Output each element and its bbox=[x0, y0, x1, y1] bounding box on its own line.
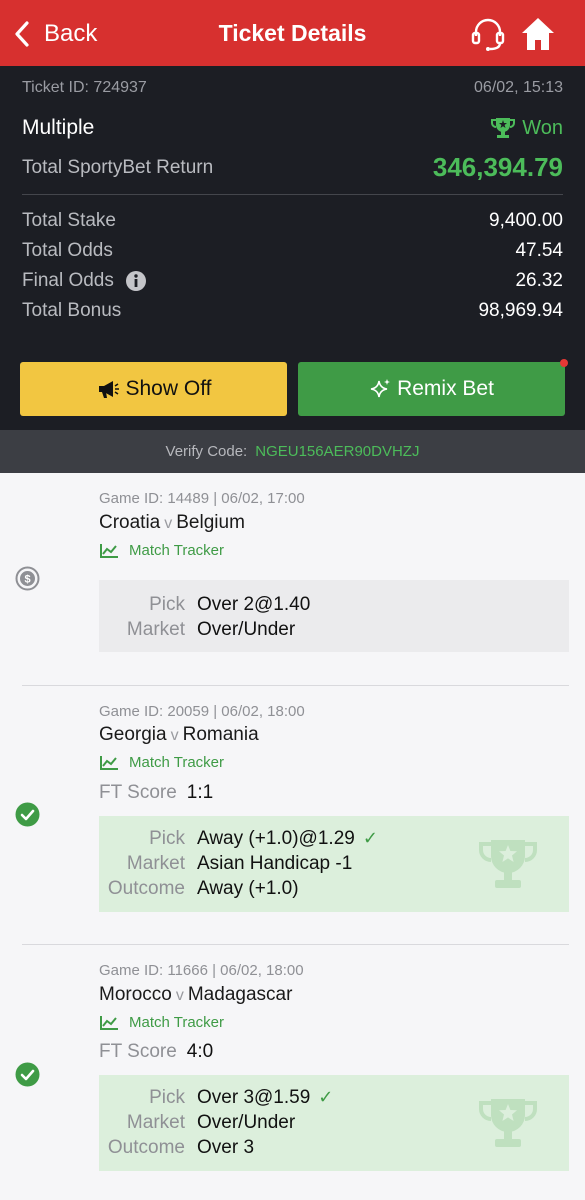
notification-dot bbox=[560, 359, 568, 367]
match-tracker-link[interactable]: Match Tracker bbox=[99, 542, 224, 559]
bonus-label: Total Bonus bbox=[22, 300, 122, 321]
match-teams: Croatia v Belgium bbox=[99, 512, 245, 534]
chart-line-icon bbox=[100, 755, 118, 770]
stake-label: Total Stake bbox=[22, 210, 116, 231]
match-tracker-link[interactable]: Match Tracker bbox=[99, 1014, 224, 1031]
ft-score-label: FT Score bbox=[99, 1041, 177, 1062]
vs-label: v bbox=[164, 515, 173, 532]
back-label: Back bbox=[44, 20, 98, 47]
trophy-watermark-icon bbox=[479, 1099, 537, 1147]
pick-box: Pick Away (+1.0)@1.29 ✓ Market Asian Handic… bbox=[99, 816, 569, 912]
home-team: Croatia bbox=[99, 512, 161, 533]
pick-box: Pick Over 3@1.59 ✓ Market Over/Under Outcom… bbox=[99, 1075, 569, 1171]
away-team: Madagascar bbox=[187, 984, 293, 1005]
pick-value: Over 2@1.40 bbox=[197, 594, 311, 615]
check-circle-icon bbox=[15, 802, 40, 827]
bet-item: Game ID: 11666 | 06/02, 18:00 Morocco v Ma… bbox=[0, 945, 585, 1200]
show-off-button[interactable]: Show Off bbox=[20, 362, 287, 416]
game-id: Game ID: 11666 | 06/02, 18:00 bbox=[99, 962, 304, 979]
ft-score-value: 4:0 bbox=[186, 1041, 214, 1062]
bet-item: Game ID: 20059 | 06/02, 18:00 Georgia v Ro… bbox=[0, 686, 585, 944]
outcome-value: Over 3 bbox=[197, 1137, 255, 1158]
verify-code-bar: Verify Code: NGEU156AER90DVHZJ bbox=[0, 430, 585, 473]
market-value: Asian Handicap -1 bbox=[197, 853, 353, 874]
odds-value: 47.54 bbox=[515, 240, 563, 261]
market-label: Market bbox=[126, 853, 185, 874]
ft-score: FT Score 4:0 bbox=[99, 1041, 213, 1063]
svg-text:$: $ bbox=[24, 574, 30, 586]
pick-value: Away (+1.0)@1.29 bbox=[197, 828, 355, 849]
pick-value: Over 3@1.59 bbox=[197, 1087, 311, 1108]
match-teams: Georgia v Romania bbox=[99, 724, 259, 746]
ft-score: FT Score 1:1 bbox=[99, 782, 213, 804]
remix-bet-button[interactable]: Remix Bet bbox=[298, 362, 565, 416]
verify-label: Verify Code: bbox=[165, 443, 248, 460]
megaphone-icon bbox=[98, 381, 119, 398]
info-icon[interactable] bbox=[125, 270, 147, 292]
stake-value: 9,400.00 bbox=[489, 210, 563, 231]
check-circle-icon bbox=[15, 1062, 40, 1087]
ft-score-label: FT Score bbox=[99, 782, 177, 803]
home-team: Georgia bbox=[99, 724, 167, 745]
home-team: Morocco bbox=[99, 984, 172, 1005]
pick-label: Pick bbox=[149, 828, 185, 849]
away-team: Romania bbox=[182, 724, 259, 745]
final-odds-label: Final Odds bbox=[22, 270, 114, 292]
game-id: Game ID: 20059 | 06/02, 18:00 bbox=[99, 703, 305, 720]
remix-bet-label: Remix Bet bbox=[397, 377, 494, 400]
match-teams: Morocco v Madagascar bbox=[99, 984, 292, 1006]
check-icon: ✓ bbox=[362, 828, 378, 848]
vs-label: v bbox=[170, 727, 179, 744]
away-team: Belgium bbox=[176, 512, 245, 533]
ticket-datetime: 06/02, 15:13 bbox=[474, 79, 563, 96]
bonus-value: 98,969.94 bbox=[478, 300, 563, 321]
back-button[interactable]: Back bbox=[14, 16, 97, 52]
match-tracker-link[interactable]: Match Tracker bbox=[99, 754, 224, 771]
pick-label: Pick bbox=[149, 594, 185, 615]
ticket-summary: Ticket ID: 724937 06/02, 15:13 Multiple … bbox=[0, 66, 585, 430]
odds-label: Total Odds bbox=[22, 240, 113, 261]
vs-label: v bbox=[175, 987, 184, 1004]
return-value: 346,394.79 bbox=[432, 152, 563, 182]
trophy-icon bbox=[491, 118, 516, 138]
show-off-label: Show Off bbox=[125, 377, 212, 400]
outcome-label: Outcome bbox=[107, 878, 185, 899]
sparkle-icon bbox=[370, 379, 391, 398]
game-id: Game ID: 14489 | 06/02, 17:00 bbox=[99, 490, 305, 507]
top-bar: Back Ticket Details bbox=[0, 0, 585, 66]
pick-label: Pick bbox=[149, 1087, 185, 1108]
trophy-watermark-icon bbox=[479, 840, 537, 888]
ticket-status: Won bbox=[522, 116, 563, 139]
match-tracker-label: Match Tracker bbox=[129, 754, 225, 771]
verify-code[interactable]: NGEU156AER90DVHZJ bbox=[255, 443, 419, 460]
match-tracker-label: Match Tracker bbox=[129, 542, 225, 559]
check-icon: ✓ bbox=[318, 1087, 334, 1107]
market-label: Market bbox=[126, 619, 185, 640]
final-odds-value: 26.32 bbox=[515, 270, 563, 291]
market-label: Market bbox=[126, 1112, 185, 1133]
return-label: Total SportyBet Return bbox=[22, 156, 214, 178]
divider bbox=[22, 194, 563, 195]
chart-line-icon bbox=[100, 1015, 118, 1030]
pick-box: Pick Over 2@1.40 Market Over/Under bbox=[99, 580, 569, 652]
market-value: Over/Under bbox=[197, 1112, 296, 1133]
chevron-left-icon bbox=[15, 21, 29, 47]
market-value: Over/Under bbox=[197, 619, 296, 640]
home-icon[interactable] bbox=[520, 16, 556, 52]
chart-line-icon bbox=[100, 543, 118, 558]
outcome-value: Away (+1.0) bbox=[197, 878, 299, 899]
pending-coin-icon: $ bbox=[15, 566, 40, 591]
ticket-type: Multiple bbox=[22, 116, 95, 139]
match-tracker-label: Match Tracker bbox=[129, 1014, 225, 1031]
ticket-id: Ticket ID: 724937 bbox=[22, 79, 147, 96]
bet-item: $ Game ID: 14489 | 06/02, 17:00 Croatia v… bbox=[0, 473, 585, 685]
outcome-label: Outcome bbox=[107, 1137, 185, 1158]
ft-score-value: 1:1 bbox=[186, 782, 214, 803]
headset-icon[interactable] bbox=[470, 16, 506, 52]
